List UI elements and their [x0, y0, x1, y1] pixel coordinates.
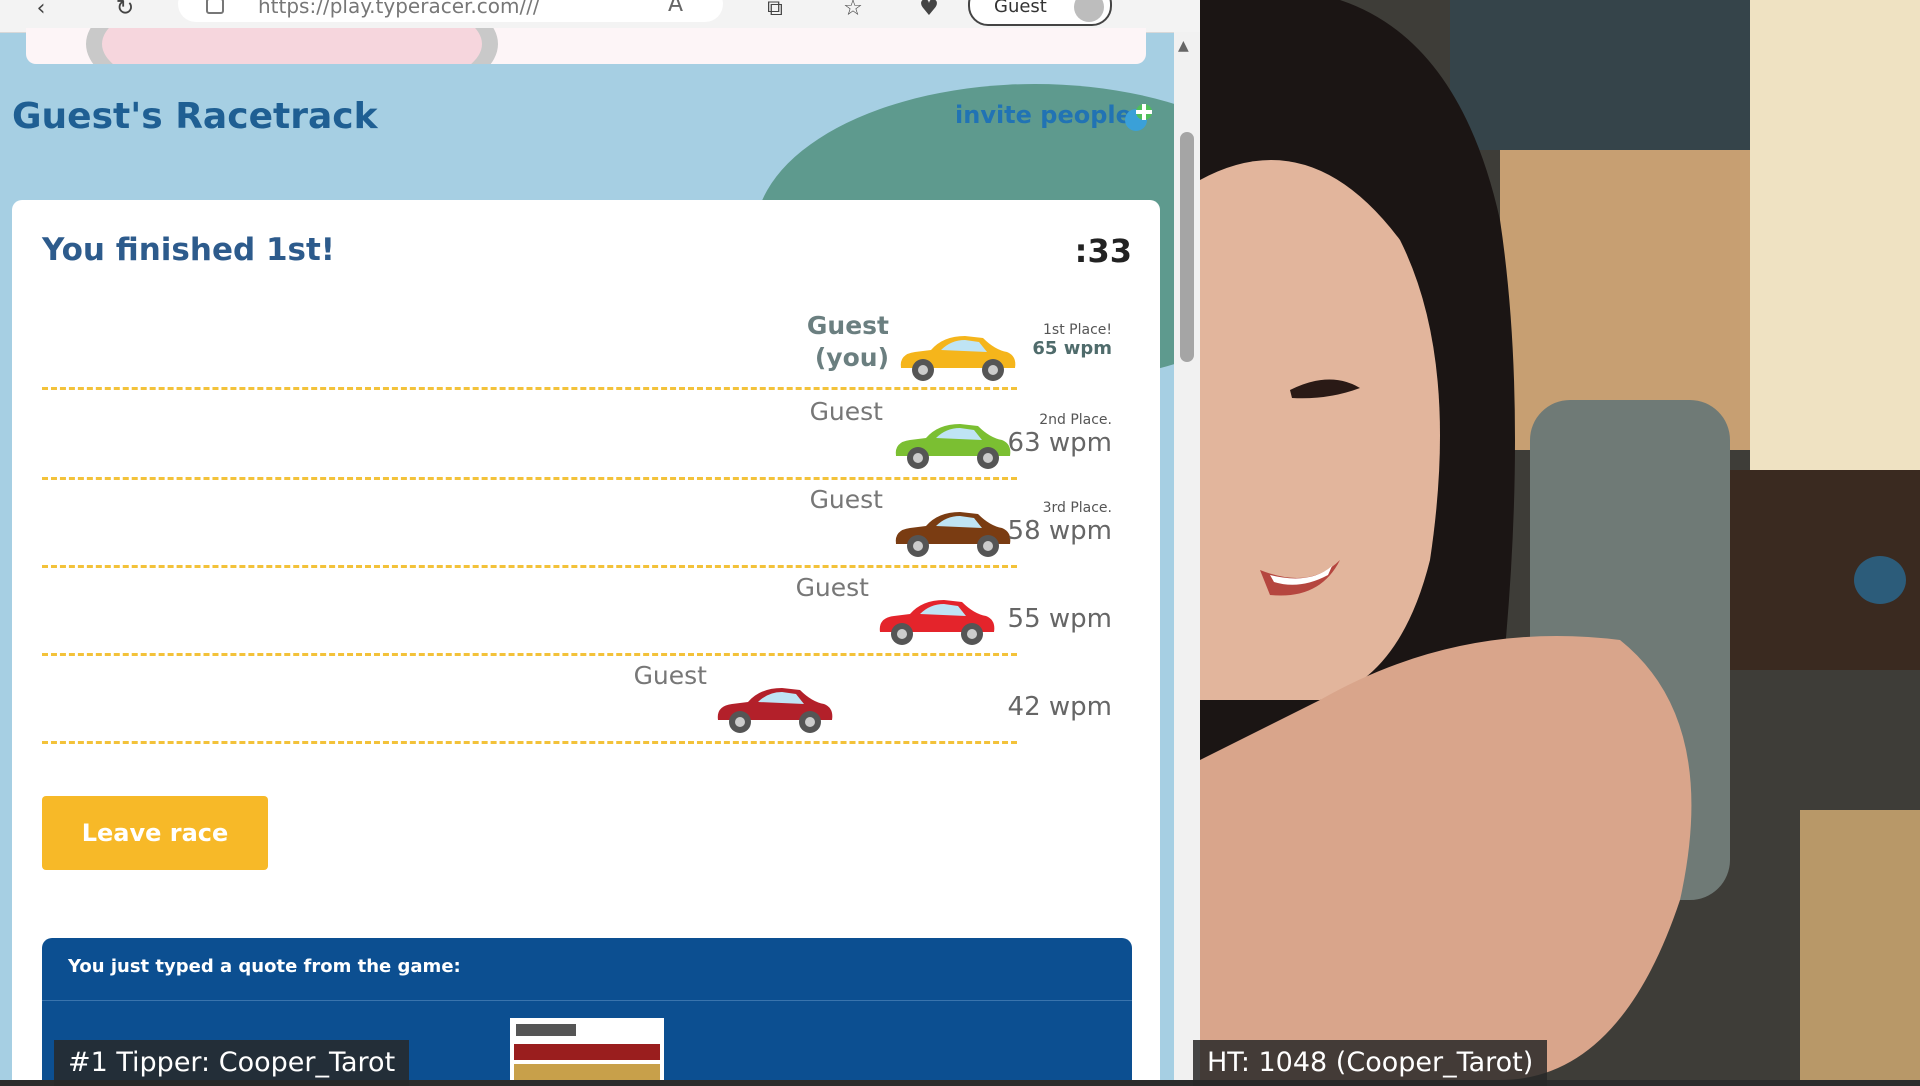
- read-aloud-icon[interactable]: A: [668, 0, 683, 17]
- quote-heading: You just typed a quote from the game:: [68, 956, 461, 977]
- result-stats: 42 wpm: [992, 692, 1112, 722]
- scrollbar[interactable]: ▲: [1174, 32, 1200, 1080]
- result-stats: 3rd Place. 58 wpm: [992, 500, 1112, 546]
- place-label: 2nd Place.: [1039, 412, 1112, 428]
- favorites-icon[interactable]: ☆: [836, 0, 870, 24]
- racer-name: Guest: [809, 485, 883, 514]
- race-car-icon: [879, 600, 995, 645]
- profile-label: Guest: [994, 0, 1047, 17]
- invite-people-icon[interactable]: [1122, 100, 1156, 134]
- wpm-value: 63 wpm: [1007, 428, 1112, 458]
- racer-name: Guest (you): [806, 311, 889, 372]
- racetrack-header: Guest's Racetrack invite people: [0, 64, 1200, 384]
- game-cover-image[interactable]: [510, 1018, 664, 1080]
- track-divider: [42, 387, 1017, 390]
- result-stats: 1st Place! 65 wpm: [992, 322, 1112, 359]
- place-label: 1st Place!: [1043, 322, 1112, 338]
- racer-name: Guest: [633, 661, 707, 690]
- race-lane: Guest 2nd Place. 63 wpm: [42, 392, 1112, 480]
- scroll-up-icon[interactable]: ▲: [1178, 38, 1189, 54]
- racer-name: Guest: [809, 397, 883, 426]
- page-title: Guest's Racetrack: [12, 96, 378, 137]
- address-bar[interactable]: https://play.typeracer.com/// A: [178, 0, 723, 22]
- address-url[interactable]: https://play.typeracer.com///: [258, 0, 540, 18]
- browser-window: ‹ ↻ https://play.typeracer.com/// A ⧉ ☆ …: [0, 0, 1200, 1080]
- wpm-value: 65 wpm: [1032, 338, 1112, 359]
- banner-decoration: [86, 28, 498, 64]
- race-results-card: You finished 1st! :33 Guest (you) 1st Pl…: [12, 200, 1160, 1080]
- wpm-value: 42 wpm: [1007, 692, 1112, 722]
- race-timer: :33: [1074, 232, 1132, 270]
- webcam-scene-image: [1200, 0, 1920, 1080]
- race-car-icon: [717, 688, 833, 733]
- split-screen-icon[interactable]: ⧉: [758, 0, 792, 24]
- wpm-value: 58 wpm: [1007, 516, 1112, 546]
- place-label: 3rd Place.: [1042, 500, 1112, 516]
- site-info-icon[interactable]: [206, 0, 224, 14]
- invite-people-link[interactable]: invite people: [955, 101, 1132, 129]
- refresh-icon[interactable]: ↻: [108, 0, 142, 24]
- race-lane: Guest 3rd Place. 58 wpm: [42, 480, 1112, 568]
- finish-heading: You finished 1st!: [42, 232, 335, 268]
- top-banner: [26, 28, 1146, 64]
- leave-race-button[interactable]: Leave race: [42, 796, 268, 870]
- result-stats: 2nd Place. 63 wpm: [992, 412, 1112, 458]
- tipper-overlay: #1 Tipper: Cooper_Tarot: [54, 1040, 410, 1086]
- race-lane: Guest 55 wpm: [42, 568, 1112, 656]
- back-icon[interactable]: ‹: [24, 0, 58, 24]
- track-divider: [42, 741, 1017, 744]
- racer-name: Guest: [795, 573, 869, 602]
- result-stats: 55 wpm: [992, 604, 1112, 634]
- ht-overlay: HT: 1048 (Cooper_Tarot): [1193, 1040, 1548, 1086]
- race-lane: Guest (you) 1st Place! 65 wpm: [42, 302, 1112, 390]
- extension-icon[interactable]: ♥: [912, 0, 946, 24]
- scroll-thumb[interactable]: [1180, 132, 1194, 362]
- divider: [42, 1000, 1132, 1001]
- race-lane: Guest 42 wpm: [42, 656, 1112, 744]
- wpm-value: 55 wpm: [1007, 604, 1112, 634]
- avatar: [1074, 0, 1104, 22]
- profile-button[interactable]: Guest: [968, 0, 1112, 26]
- webcam-feed: [1200, 0, 1920, 1080]
